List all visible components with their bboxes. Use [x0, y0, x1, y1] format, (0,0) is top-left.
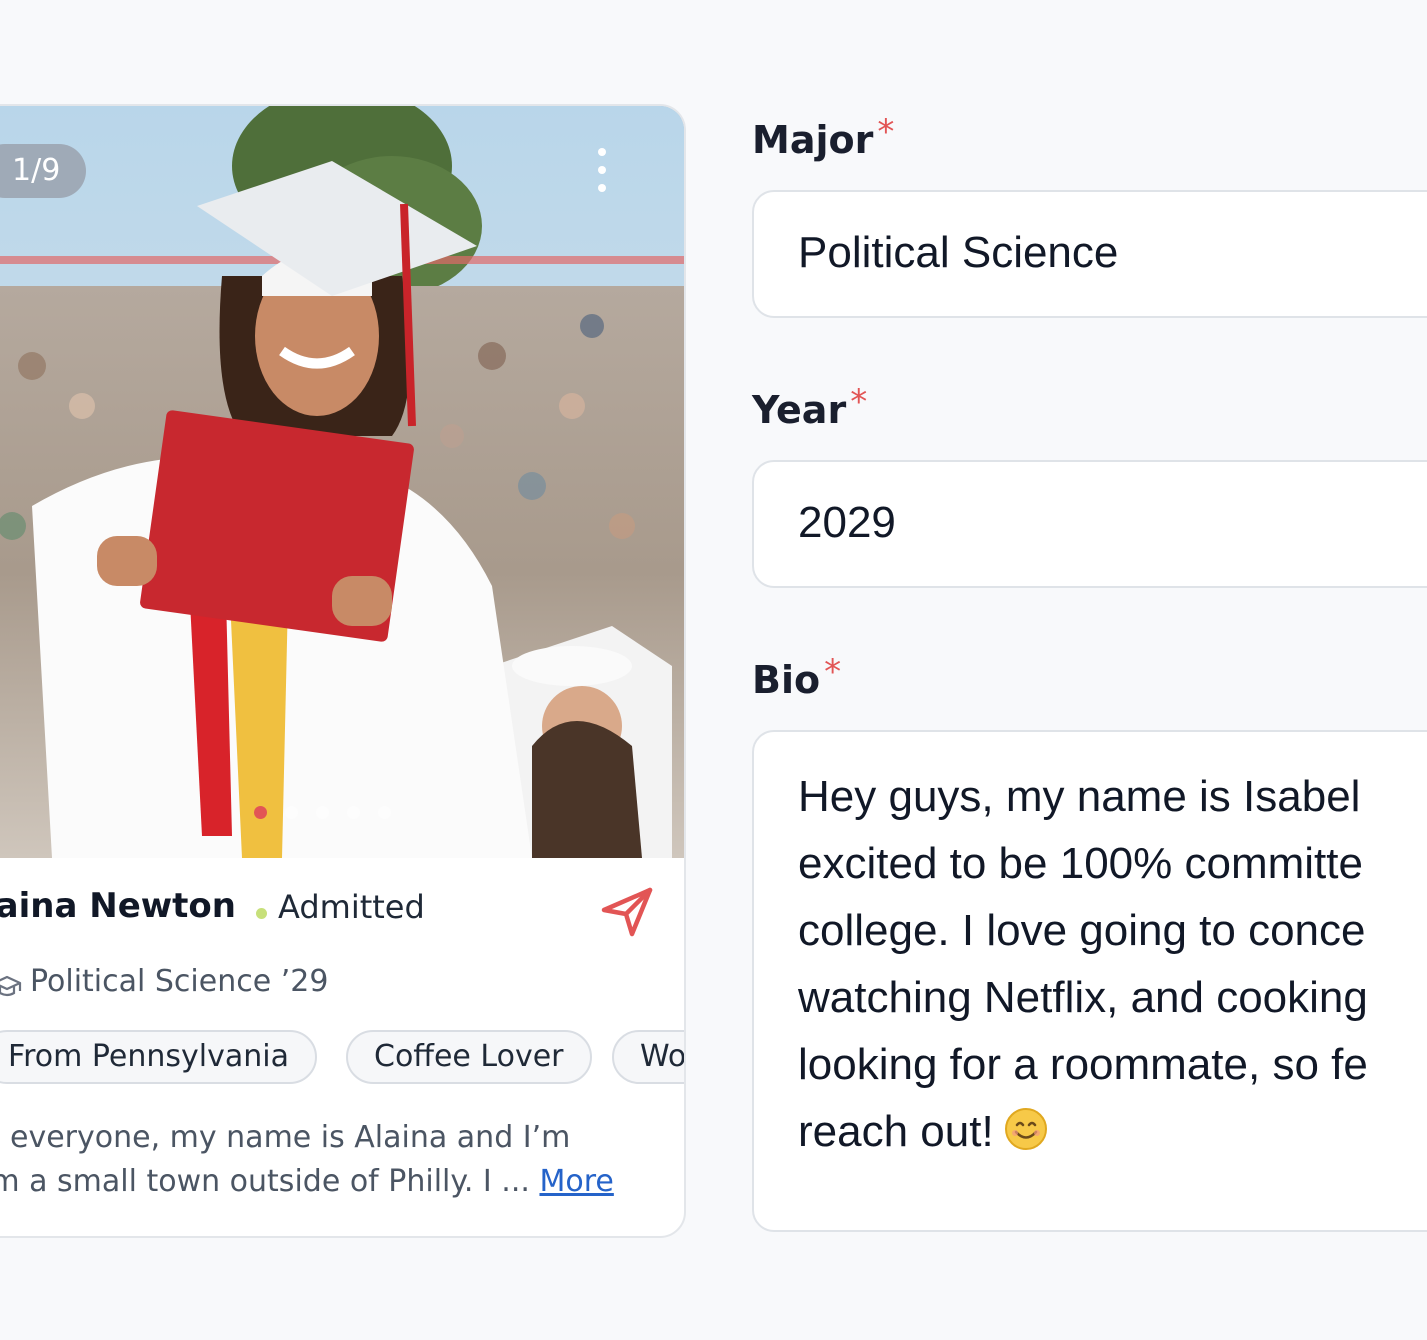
bio-preview-line: everyone, my name is Alaina and I’m: [10, 1120, 571, 1155]
more-vertical-icon[interactable]: [588, 146, 616, 196]
status-dot: [256, 908, 267, 919]
profile-photo[interactable]: 1/9: [0, 106, 684, 858]
bio-label-text: Bio: [752, 658, 821, 702]
bio-line-text: reach out!: [798, 1107, 994, 1157]
year-label-text: Year: [752, 388, 847, 432]
send-icon[interactable]: [600, 884, 656, 940]
graduation-cap-icon: [0, 972, 22, 1002]
photo-counter: 1/9: [0, 144, 87, 198]
carousel-dot[interactable]: [285, 806, 298, 819]
carousel-dot[interactable]: [316, 806, 329, 819]
profile-name: laina Newton: [0, 886, 236, 926]
tag-chip[interactable]: Coffee Lover: [346, 1030, 592, 1084]
required-marker: *: [877, 112, 895, 152]
required-marker: *: [824, 652, 842, 692]
bio-line: watching Netflix, and cooking: [798, 973, 1368, 1022]
bio-preview-line: om a small town outside of Philly. I ...…: [0, 1160, 614, 1204]
major-field[interactable]: Political Science: [752, 190, 1427, 318]
status-badge: Admitted: [278, 888, 425, 926]
carousel-dot[interactable]: [378, 806, 391, 819]
graduation-photo: [0, 106, 684, 858]
profile-card: 1/9 laina Newton Admitted Political Scie…: [0, 104, 686, 1238]
required-marker: *: [850, 382, 868, 422]
bio-line: reach out!: [798, 1107, 1048, 1162]
carousel-dot[interactable]: [347, 806, 360, 819]
bio-line: college. I love going to conce: [798, 906, 1366, 955]
major-value: Political Science: [798, 228, 1119, 277]
major-year-text: Political Science ’29: [30, 964, 329, 999]
major-label: Major *: [752, 112, 894, 162]
carousel-dot[interactable]: [254, 806, 267, 819]
bio-preview-text: om a small town outside of Philly. I ...: [0, 1164, 530, 1199]
year-field[interactable]: 2029: [752, 460, 1427, 588]
major-label-text: Major: [752, 118, 874, 162]
bio-textarea[interactable]: Hey guys, my name is Isabel excited to b…: [752, 730, 1427, 1232]
bio-label: Bio *: [752, 652, 841, 702]
year-label: Year *: [752, 382, 867, 432]
tag-chip[interactable]: From Pennsylvania: [0, 1030, 317, 1084]
bio-line: Hey guys, my name is Isabel: [798, 772, 1361, 821]
tag-chip[interactable]: Wo: [612, 1030, 684, 1084]
more-link[interactable]: More: [539, 1164, 613, 1199]
smiling-face-icon: [1004, 1107, 1048, 1162]
year-value: 2029: [798, 498, 896, 547]
bio-line: looking for a roommate, so fe: [798, 1040, 1368, 1089]
bio-line: excited to be 100% committe: [798, 839, 1363, 888]
